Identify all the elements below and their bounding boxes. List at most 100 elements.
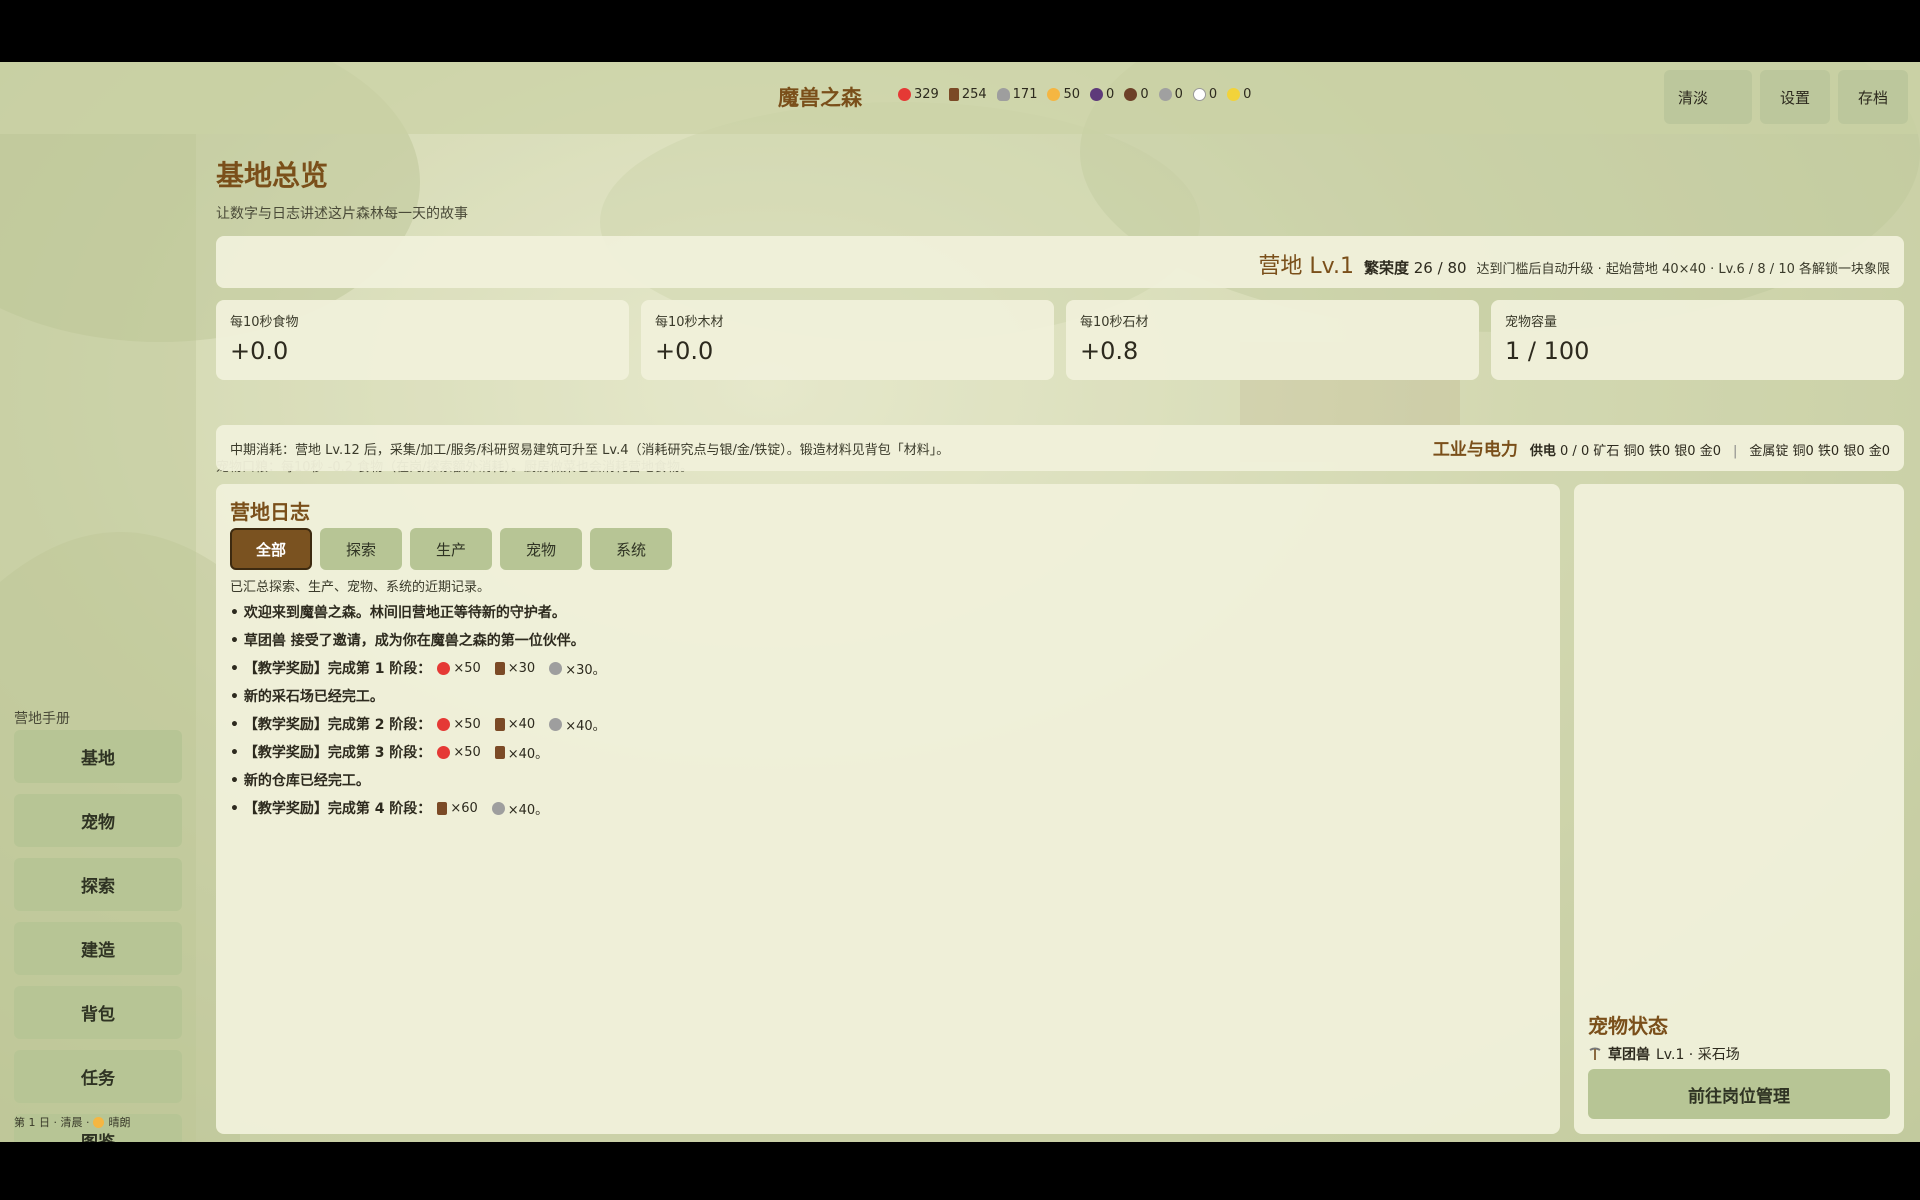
log-entry: • 欢迎来到魔兽之森。林间旧营地正等待新的守护者。 — [230, 598, 614, 626]
resource-food: 329 — [898, 87, 939, 102]
sidebar-item-explore[interactable]: 探索 — [14, 858, 182, 911]
resource-gold-coin: 50 — [1047, 87, 1080, 102]
pet-name: 草团兽 — [1608, 1047, 1650, 1063]
resource-copper: 0 — [1124, 87, 1149, 102]
sidebar-item-build[interactable]: 建造 — [14, 922, 182, 975]
settings-button[interactable]: 设置 — [1760, 70, 1830, 124]
resource-value: 0 — [1106, 87, 1115, 102]
stat-value: +0.0 — [655, 337, 714, 365]
apple-icon — [437, 661, 451, 675]
log-entry-text: • 欢迎来到魔兽之森。林间旧营地正等待新的守护者。 — [230, 605, 566, 621]
save-button[interactable]: 存档 — [1838, 70, 1908, 124]
wood-log-icon — [948, 88, 959, 101]
camp-level-line: 营地 Lv.1 繁荣度 26 / 80 达到门槛后自动升级 · 起始营地 40×… — [1258, 248, 1890, 280]
theme-select-value: 清淡 — [1678, 88, 1709, 107]
industry-title: 工业与电力 — [1432, 440, 1518, 460]
reward-wood: ×30 — [494, 660, 536, 676]
pet-status-panel: 宠物状态 草团兽 Lv.1 · 采石场 前往岗位管理 — [1574, 484, 1904, 1134]
job-management-button[interactable]: 前往岗位管理 — [1588, 1069, 1890, 1119]
reward-stone: ×40。 — [549, 715, 606, 734]
log-title: 营地日志 — [230, 500, 310, 524]
reward-amount: ×30。 — [565, 662, 606, 678]
sun-icon — [93, 1116, 105, 1128]
tab-explore[interactable]: 探索 — [320, 528, 402, 570]
tab-production[interactable]: 生产 — [410, 528, 492, 570]
tab-all[interactable]: 全部 — [230, 528, 312, 570]
theme-select[interactable]: 清淡 — [1664, 70, 1752, 124]
stat-card-pet-capacity: 宠物容量 1 / 100 — [1491, 300, 1904, 380]
sidebar: 营地手册 基地 宠物 探索 建造 背包 任务 图鉴 — [0, 134, 196, 1142]
tab-pets[interactable]: 宠物 — [500, 528, 582, 570]
sidebar-item-label: 探索 — [81, 877, 115, 897]
reward-food: ×50 — [437, 716, 481, 732]
resource-value: 0 — [1174, 87, 1183, 102]
resource-value: 171 — [1012, 87, 1038, 102]
resource-value: 329 — [914, 87, 939, 102]
power-supply: 供电 0 / 0 矿石 铜0 铁0 银0 金0 — [1530, 440, 1721, 459]
letterbox-top — [0, 0, 1920, 62]
resource-iron: 0 — [1158, 87, 1183, 102]
sidebar-item-base[interactable]: 基地 — [14, 730, 182, 783]
stat-label: 宠物容量 — [1505, 315, 1558, 330]
reward-amount: ×40。 — [507, 802, 549, 818]
sidebar-item-backpack[interactable]: 背包 — [14, 986, 182, 1039]
resource-value: 254 — [961, 87, 987, 102]
sidebar-item-label: 图鉴 — [81, 1128, 115, 1142]
log-entry: • 新的仓库已经完工。 — [230, 766, 614, 794]
stone-icon — [491, 801, 505, 815]
log-entry: • 草团兽 接受了邀请，成为你在魔兽之森的第一位伙伴。 — [230, 626, 614, 654]
resource-crystal: 0 — [1090, 87, 1114, 102]
sidebar-item-pets[interactable]: 宠物 — [14, 794, 182, 847]
reward-amount: ×50 — [453, 744, 481, 760]
tab-label: 系统 — [615, 540, 646, 559]
stat-card-wood: 每10秒木材 +0.0 — [641, 300, 1054, 380]
pickaxe-icon — [1589, 1047, 1601, 1060]
crystal-icon — [1090, 88, 1104, 101]
reward-amount: ×50 — [453, 716, 481, 732]
reward-amount: ×40 — [507, 716, 536, 732]
camp-level: 营地 Lv.1 — [1258, 254, 1354, 279]
tab-label: 宠物 — [525, 540, 556, 559]
stat-card-food: 每10秒食物 +0.0 — [216, 300, 629, 380]
prosperity-value: 26 / 80 — [1413, 259, 1467, 277]
reward-amount: ×30 — [507, 660, 536, 676]
tab-system[interactable]: 系统 — [590, 528, 672, 570]
top-bar: 魔兽之森 329 254 171 50 0 0 0 0 0 清淡 设置 存档 — [0, 62, 1920, 134]
save-button-label: 存档 — [1857, 88, 1888, 107]
sidebar-item-label: 背包 — [81, 1005, 115, 1025]
resource-value: 0 — [1243, 87, 1252, 102]
reward-stone: ×40。 — [491, 799, 549, 818]
pet-detail: Lv.1 · 采石场 — [1656, 1047, 1740, 1063]
stat-label: 每10秒食物 — [230, 315, 299, 330]
wood-log-icon — [494, 661, 505, 675]
industry-power: 工业与电力 供电 0 / 0 矿石 铜0 铁0 银0 金0 | 金属锭 铜0 铁… — [1433, 435, 1890, 460]
tab-label: 全部 — [255, 540, 286, 559]
copper-ore-icon — [1124, 88, 1138, 101]
reward-stone: ×30。 — [549, 659, 606, 678]
log-entry-text: • 【教学奖励】完成第 1 阶段： — [230, 661, 432, 677]
log-entry: • 【教学奖励】完成第 4 阶段： ×60 ×40。 — [230, 794, 614, 822]
reward-food: ×50 — [437, 744, 481, 760]
power-label: 供电 — [1529, 444, 1556, 459]
sidebar-item-label: 任务 — [81, 1069, 115, 1089]
apple-icon — [437, 745, 451, 759]
power-value: 0 / 0 — [1560, 444, 1590, 459]
log-entry-text: • 【教学奖励】完成第 3 阶段： — [230, 745, 432, 761]
reward-wood: ×60 — [437, 801, 478, 816]
tab-label: 生产 — [435, 540, 466, 559]
letterbox-bottom — [0, 1142, 1920, 1200]
tab-label: 探索 — [345, 540, 376, 559]
sidebar-item-quests[interactable]: 任务 — [14, 1050, 182, 1103]
ingot-counts: 金属锭 铜0 铁0 银0 金0 — [1749, 444, 1890, 459]
reward-amount: ×40。 — [565, 718, 606, 734]
log-entry: • 新的采石场已经完工。 — [230, 682, 614, 710]
divider: | — [1732, 444, 1738, 459]
stone-icon — [549, 661, 563, 675]
gold-coin-icon — [1047, 88, 1061, 101]
reward-wood: ×40。 — [494, 743, 548, 762]
wood-log-icon — [437, 801, 448, 815]
resource-stone: 171 — [996, 87, 1038, 102]
sidebar-item-label: 基地 — [81, 749, 115, 769]
log-entry-text: • 新的采石场已经完工。 — [230, 689, 384, 705]
game-title: 魔兽之森 — [778, 86, 862, 110]
